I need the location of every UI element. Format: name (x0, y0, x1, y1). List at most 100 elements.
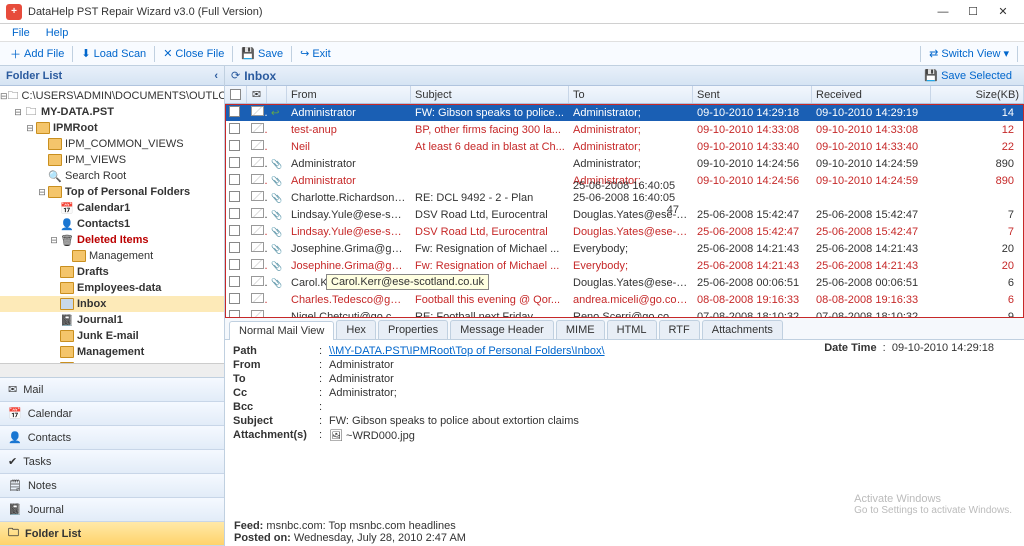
row-checkbox[interactable] (229, 123, 240, 134)
save-selected-button[interactable]: 💾Save Selected (918, 67, 1018, 84)
tree-junk[interactable]: Junk E-mail (0, 328, 224, 344)
tree-search-root[interactable]: 🔍Search Root (0, 168, 224, 184)
message-row[interactable]: test-anupBP, other firms facing 300 la..… (225, 121, 1024, 138)
row-checkbox[interactable] (229, 225, 240, 236)
col-checkbox[interactable] (225, 86, 247, 103)
contacts-icon: 👤 (8, 431, 22, 444)
nav-calendar[interactable]: 📅Calendar (0, 402, 224, 426)
tab-rtf[interactable]: RTF (659, 320, 700, 339)
nav-tasks[interactable]: ✔Tasks (0, 450, 224, 474)
trash-icon: 🗑 (60, 233, 74, 247)
message-row[interactable]: NeilAt least 6 dead in blast at Ch...Adm… (225, 138, 1024, 155)
col-attach[interactable] (267, 86, 287, 103)
tree-inbox[interactable]: Inbox (0, 296, 224, 312)
attachment-icon (271, 226, 282, 238)
cell-from: test-anup (287, 124, 411, 136)
save-button[interactable]: 💾Save (235, 45, 289, 62)
tab-properties[interactable]: Properties (378, 320, 448, 339)
close-file-button[interactable]: ✕Close File (157, 45, 230, 62)
col-to[interactable]: To (569, 86, 693, 103)
exit-button[interactable]: ↪Exit (294, 45, 337, 62)
folder-pane: Folder List ‹ ⊟🗀C:\USERS\ADMIN\DOCUMENTS… (0, 66, 225, 546)
tree-employees[interactable]: Employees-data (0, 280, 224, 296)
tree-hscrollbar[interactable] (0, 363, 224, 377)
message-row[interactable]: Lindsay.Yule@ese-scotland.c...DSV Road L… (225, 206, 1024, 223)
envelope-icon (251, 225, 264, 235)
row-checkbox[interactable] (229, 157, 240, 168)
maximize-button[interactable]: ☐ (958, 5, 988, 18)
tree-notes1[interactable]: Notes1 (0, 360, 224, 363)
menu-help[interactable]: Help (38, 27, 77, 39)
tree-ipm-common[interactable]: IPM_COMMON_VIEWS (0, 136, 224, 152)
message-row[interactable]: Nigel.Chetcuti@go.com.mtRE: Football nex… (225, 308, 1024, 318)
col-received[interactable]: Received (812, 86, 931, 103)
col-subject[interactable]: Subject (411, 86, 569, 103)
chevron-left-icon[interactable]: ‹ (214, 70, 218, 82)
tab-normal[interactable]: Normal Mail View (229, 321, 334, 340)
message-row[interactable]: AdministratorAdministrator;09-10-2010 14… (225, 155, 1024, 172)
col-icon[interactable]: ✉ (247, 86, 267, 103)
nav-journal[interactable]: 📓Journal (0, 498, 224, 522)
col-size[interactable]: Size(KB) (931, 86, 1024, 103)
tree-top-personal[interactable]: ⊟Top of Personal Folders (0, 184, 224, 200)
load-scan-button[interactable]: ⬇Load Scan (75, 45, 152, 62)
cell-received: 09-10-2010 14:29:19 (812, 107, 931, 119)
tree-pst[interactable]: ⊟🗀MY-DATA.PST (0, 104, 224, 120)
tab-mime[interactable]: MIME (556, 320, 605, 339)
menubar: File Help (0, 24, 1024, 42)
col-from[interactable]: From (287, 86, 411, 103)
row-checkbox[interactable] (229, 310, 240, 319)
row-checkbox[interactable] (229, 293, 240, 304)
nav-folderlist[interactable]: 🗀Folder List (0, 522, 224, 546)
tree-drafts[interactable]: Drafts (0, 264, 224, 280)
tree-management[interactable]: Management (0, 248, 224, 264)
tree-calendar1[interactable]: 📅Calendar1 (0, 200, 224, 216)
row-checkbox[interactable] (229, 106, 240, 117)
row-checkbox[interactable] (229, 174, 240, 185)
cell-to: Douglas.Yates@ese-scotlan... (569, 209, 693, 221)
cell-subject: DSV Road Ltd, Eurocentral (411, 226, 569, 238)
nav-notes[interactable]: 🗒Notes (0, 474, 224, 498)
tab-hex[interactable]: Hex (336, 320, 376, 339)
message-row[interactable]: Charles.Tedesco@go.com.mtFootball this e… (225, 291, 1024, 308)
message-row[interactable]: Josephine.Grima@go.com.mtFw: Resignation… (225, 257, 1024, 274)
detail-path[interactable]: \\MY-DATA.PST\IPMRoot\Top of Personal Fo… (329, 345, 605, 357)
tree-contacts1[interactable]: 👤Contacts1 (0, 216, 224, 232)
minimize-button[interactable]: — (928, 6, 958, 18)
tab-html[interactable]: HTML (607, 320, 657, 339)
add-file-button[interactable]: ＋Add File (4, 44, 70, 64)
col-sent[interactable]: Sent (693, 86, 812, 103)
envelope-icon (251, 293, 264, 303)
tree-management2[interactable]: Management (0, 344, 224, 360)
row-checkbox[interactable] (229, 208, 240, 219)
refresh-icon[interactable]: ⟳ (231, 69, 240, 82)
folder-tree[interactable]: ⊟🗀C:\USERS\ADMIN\DOCUMENTS\OUTLOOK F ⊟🗀M… (0, 86, 224, 363)
tab-attachments[interactable]: Attachments (702, 320, 783, 339)
tree-deleted[interactable]: ⊟🗑Deleted Items (0, 232, 224, 248)
cell-to: Administrator; (569, 107, 693, 119)
tree-journal1[interactable]: 📓Journal1 (0, 312, 224, 328)
menu-file[interactable]: File (4, 27, 38, 39)
message-row[interactable]: Josephine.Grima@go.com.mtFw: Resignation… (225, 240, 1024, 257)
tree-ipmroot[interactable]: ⊟IPMRoot (0, 120, 224, 136)
row-checkbox[interactable] (229, 276, 240, 287)
row-checkbox[interactable] (229, 242, 240, 253)
message-row[interactable]: Charlotte.Richardson@dexio...RE: DCL 949… (225, 189, 1024, 206)
activate-windows-watermark: Activate Windows Go to Settings to activ… (854, 493, 1012, 516)
cell-size: 14 (931, 107, 1024, 119)
nav-mail[interactable]: ✉Mail (0, 378, 224, 402)
row-checkbox[interactable] (229, 259, 240, 270)
tab-message-header[interactable]: Message Header (450, 320, 554, 339)
nav-contacts[interactable]: 👤Contacts (0, 426, 224, 450)
close-button[interactable]: ✕ (988, 5, 1018, 18)
message-row[interactable]: AdministratorFW: Gibson speaks to police… (225, 104, 1024, 121)
attachment-icon (271, 209, 282, 221)
message-grid[interactable]: AdministratorFW: Gibson speaks to police… (225, 104, 1024, 318)
switch-view-button[interactable]: ⇄Switch View ▾ (923, 45, 1015, 62)
row-checkbox[interactable] (229, 140, 240, 151)
message-row[interactable]: Lindsay.Yule@ese-scotland.c...DSV Road L… (225, 223, 1024, 240)
folder-list-title: Folder List (6, 70, 62, 82)
tree-ipm-views[interactable]: IPM_VIEWS (0, 152, 224, 168)
cell-from: Nigel.Chetcuti@go.com.mt (287, 311, 411, 319)
row-checkbox[interactable] (229, 191, 240, 202)
